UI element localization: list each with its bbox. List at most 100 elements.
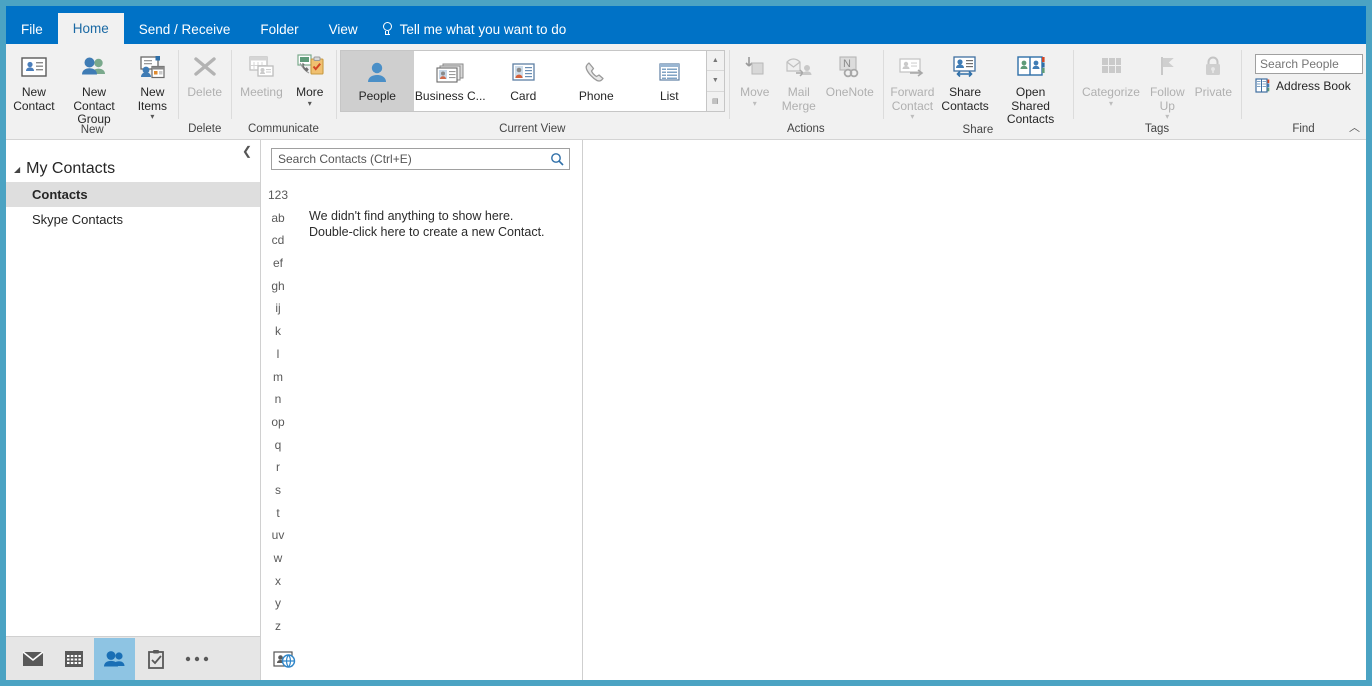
mail-merge-label: Mail Merge [781,85,816,113]
ribbon-group-find: Address Book Find [1241,44,1366,139]
contact-globe-icon[interactable] [273,650,297,670]
follow-up-label: Follow Up [1149,85,1185,113]
sidebar-item-skype-contacts[interactable]: Skype Contacts [6,207,260,232]
address-book-button[interactable]: Address Book [1255,78,1356,93]
ribbon-group-delete-label: Delete [188,123,222,136]
alpha-ab[interactable]: ab [271,207,284,230]
tab-home[interactable]: Home [57,13,124,44]
view-people[interactable]: People [340,51,414,111]
ribbon-group-find-label: Find [1292,123,1315,136]
new-items-button[interactable]: New Items ▾ [130,48,174,121]
ribbon-group-communicate-label: Communicate [247,123,319,136]
alpha-x[interactable]: x [275,570,281,593]
alpha-z[interactable]: z [275,615,281,638]
new-items-dropdown-caret[interactable]: ▾ [150,113,154,121]
new-contact-button[interactable]: New Contact [10,48,58,113]
ribbon-group-actions: Move ▾ Mail Merge N OneNote Actions [728,44,883,139]
alpha-y[interactable]: y [275,592,281,615]
tab-home-label: Home [72,21,109,36]
alpha-l[interactable]: l [277,343,280,366]
tab-folder[interactable]: Folder [245,14,313,44]
search-people-input[interactable] [1255,54,1364,74]
tab-view[interactable]: View [314,14,373,44]
share-contacts-label: Share Contacts [941,85,989,113]
ribbon-group-delete: Delete Delete [178,44,231,139]
alpha-w[interactable]: w [274,547,283,570]
more-communicate-icon [294,51,326,83]
search-icon[interactable] [550,152,565,167]
alpha-t[interactable]: t [276,502,279,525]
view-list-label: List [659,89,679,103]
share-contacts-button[interactable]: Share Contacts [938,48,992,113]
alpha-k[interactable]: k [275,320,281,343]
tab-send-receive-label: Send / Receive [138,21,231,37]
module-navigation-bar [6,636,260,680]
alpha-123[interactable]: 123 [268,184,288,207]
alpha-ij[interactable]: ij [275,297,280,320]
ribbon-group-new-label: New [80,124,104,136]
mail-merge-icon [783,51,815,83]
view-list[interactable]: List [633,51,706,111]
triangle-down-icon[interactable]: ◢ [14,165,20,174]
folder-group-label: My Contacts [26,160,116,177]
ribbon-group-share: Forward Contact ▾ Share Contacts Open Sh… [882,44,1073,139]
alpha-uv[interactable]: uv [272,524,285,547]
outlook-window: File Home Send / Receive Folder View Tel… [0,0,1372,686]
alpha-q[interactable]: q [275,434,282,457]
folder-group-my-contacts[interactable]: ◢ My Contacts [6,160,260,182]
more-communicate-dropdown-caret[interactable]: ▾ [308,99,312,108]
contact-reading-pane [583,140,1366,680]
collapse-folder-pane-button[interactable]: ❮ [6,140,260,160]
alpha-s[interactable]: s [275,479,281,502]
nav-calendar[interactable] [53,638,94,680]
ribbon-group-tags: Categorize ▾ Follow Up ▾ Private Tags [1072,44,1241,139]
alpha-r[interactable]: r [276,456,280,479]
collapse-ribbon-button[interactable]: ︿ [1349,119,1360,135]
share-contacts-icon [949,51,981,83]
scroll-down-icon[interactable]: ▼ [706,71,724,92]
forward-contact-icon [896,51,928,83]
empty-state-message[interactable]: We didn't find anything to show here. Do… [295,178,582,640]
nav-tasks[interactable] [135,638,176,680]
gallery-more-icon[interactable]: ▤ [707,92,724,111]
ribbon-group-share-label: Share [962,124,994,136]
tab-send-receive[interactable]: Send / Receive [124,14,246,44]
new-contact-icon [18,51,50,83]
svg-text:N: N [843,58,851,70]
alpha-ef[interactable]: ef [273,252,283,275]
alpha-m[interactable]: m [273,366,283,389]
tell-me-search[interactable]: Tell me what you want to do [373,14,582,44]
nav-mail[interactable] [12,638,53,680]
forward-contact-button: Forward Contact ▾ [887,48,938,121]
tab-view-label: View [328,21,358,37]
sidebar-item-skype-contacts-label: Skype Contacts [32,212,124,227]
scroll-up-icon[interactable]: ▲ [706,51,724,72]
alpha-cd[interactable]: cd [272,229,285,252]
address-book-icon [1255,78,1271,93]
view-business-card[interactable]: Business C... [414,51,487,111]
alpha-n[interactable]: n [275,388,282,411]
main-body: ❮ ◢ My Contacts Contacts Skype Contacts [6,140,1366,680]
search-contacts-box[interactable]: Search Contacts (Ctrl+E) [271,148,570,170]
alpha-op[interactable]: op [271,411,284,434]
new-contact-label: New Contact [13,85,55,113]
list-area: 123 ab cd ef gh ij k l m n op q r s t uv [261,170,582,640]
gallery-scrollbar: ▲ ▼ ▤ [705,51,724,111]
tab-folder-label: Folder [260,21,299,37]
list-pane-footer [261,640,582,680]
tab-file[interactable]: File [6,14,58,44]
new-contact-group-button[interactable]: New Contact Group [58,48,131,127]
open-shared-contacts-button[interactable]: Open Shared Contacts [992,48,1069,127]
view-phone[interactable]: Phone [560,51,633,111]
sidebar-item-contacts[interactable]: Contacts [6,182,260,207]
current-view-gallery: People Business C... Card Phone List ▲ ▼… [339,50,725,112]
more-communicate-button[interactable]: More ▾ [288,48,332,108]
alpha-gh[interactable]: gh [271,275,284,298]
follow-up-button: Follow Up ▾ [1145,48,1190,121]
nav-people[interactable] [94,637,135,680]
sidebar-item-contacts-label: Contacts [32,187,88,202]
new-items-label: New Items [137,85,168,113]
nav-more[interactable] [176,638,217,680]
categorize-button: Categorize ▾ [1077,48,1145,108]
view-card[interactable]: Card [487,51,560,111]
